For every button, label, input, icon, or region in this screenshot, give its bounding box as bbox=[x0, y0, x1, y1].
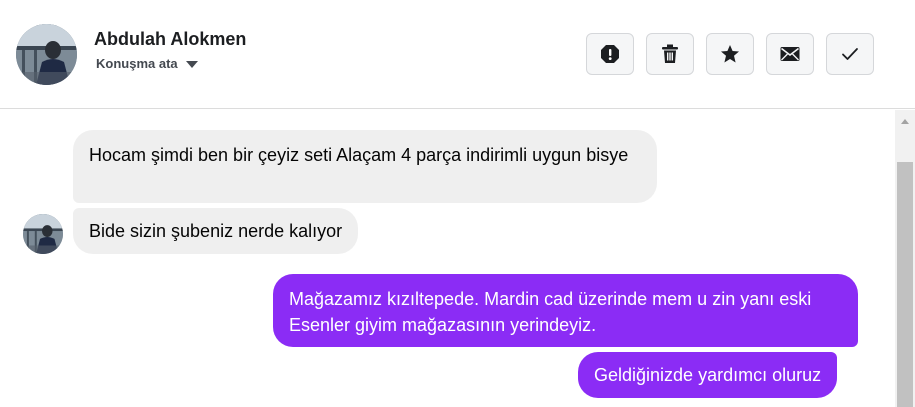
caret-down-icon bbox=[185, 61, 198, 68]
chat-scrollbar[interactable] bbox=[895, 110, 915, 407]
outgoing-message[interactable]: Geldiğinizde yardımcı oluruz bbox=[578, 352, 838, 398]
mark-done-button[interactable] bbox=[826, 33, 874, 75]
incoming-message[interactable]: Hocam şimdi ben bir çeyiz seti Alaçam 4 … bbox=[73, 130, 657, 203]
contact-name: Abdulah Alokmen bbox=[94, 29, 247, 49]
scroll-thumb[interactable] bbox=[897, 162, 913, 407]
mark-unread-button[interactable] bbox=[766, 33, 814, 75]
outgoing-message[interactable]: Mağazamız kızıltepede. Mardin cad üzerin… bbox=[273, 274, 858, 347]
message-thread[interactable]: Hocam şimdi ben bir çeyiz seti Alaçam 4 … bbox=[0, 110, 895, 407]
star-button[interactable] bbox=[706, 33, 754, 75]
scroll-up-arrow-icon[interactable] bbox=[901, 119, 909, 124]
conversation-header: Abdulah Alokmen Konuşma ata bbox=[0, 0, 915, 109]
avatar-photo bbox=[23, 214, 63, 254]
sender-avatar bbox=[23, 214, 63, 254]
contact-avatar[interactable] bbox=[16, 24, 77, 85]
incoming-message[interactable]: Bide sizin şubeniz nerde kalıyor bbox=[73, 208, 359, 254]
assign-conversation-label: Konuşma ata bbox=[96, 56, 178, 71]
conversation-actions bbox=[586, 33, 874, 75]
avatar-photo bbox=[16, 24, 77, 85]
delete-button[interactable] bbox=[646, 33, 694, 75]
star-icon bbox=[721, 45, 739, 63]
assign-conversation-dropdown[interactable]: Konuşma ata bbox=[96, 56, 198, 71]
trash-icon bbox=[662, 44, 678, 63]
check-icon bbox=[842, 48, 858, 60]
alert-icon bbox=[601, 45, 619, 63]
envelope-icon bbox=[780, 47, 800, 61]
report-spam-button[interactable] bbox=[586, 33, 634, 75]
